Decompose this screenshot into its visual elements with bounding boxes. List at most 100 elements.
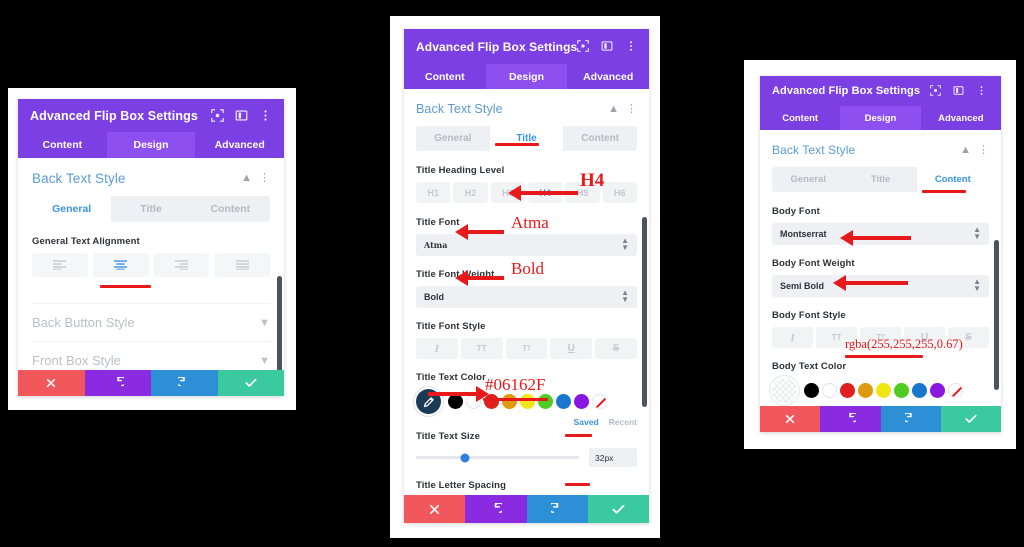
save-button[interactable] (940, 406, 1001, 432)
tab-content[interactable]: Content (760, 106, 840, 130)
align-left-icon[interactable] (32, 253, 88, 277)
cancel-button[interactable] (404, 495, 466, 523)
swatch-purple[interactable] (574, 394, 589, 409)
chevron-down-icon[interactable]: ▼ (259, 355, 270, 367)
subtab-title[interactable]: Title (489, 126, 564, 151)
title-font-select[interactable]: Atma ▲ ▼ (416, 234, 637, 256)
swatch-yellow[interactable] (520, 394, 535, 409)
subtab-general[interactable]: General (32, 196, 112, 222)
expand-icon[interactable] (930, 84, 943, 98)
title-text-size-input[interactable]: 32px (589, 448, 637, 467)
slider-knob[interactable] (460, 453, 470, 462)
tab-design[interactable]: Design (485, 64, 568, 89)
kebab-menu-icon[interactable]: ⋮ (626, 103, 637, 115)
cancel-button[interactable] (18, 370, 85, 396)
heading-h2-button[interactable]: H2 (453, 182, 488, 203)
kebab-menu-icon[interactable]: ⋮ (978, 144, 989, 156)
expand-icon[interactable] (211, 109, 224, 122)
tab-content[interactable]: Content (404, 64, 486, 89)
subtab-title[interactable]: Title (844, 167, 916, 192)
italic-icon[interactable]: I (416, 338, 458, 359)
title-text-size-slider[interactable] (416, 453, 579, 462)
recent-link[interactable]: Recent (609, 417, 637, 427)
save-button[interactable] (587, 495, 649, 523)
redo-button[interactable] (526, 495, 588, 523)
subtab-general[interactable]: General (772, 167, 844, 192)
section-header[interactable]: Back Text Style ▲ ⋮ (32, 158, 270, 196)
swatch-green[interactable] (894, 383, 909, 398)
swatch-yellow[interactable] (876, 383, 891, 398)
titlebar-icon-group (211, 109, 272, 122)
swatch-black[interactable] (804, 383, 819, 398)
subtab-general[interactable]: General (416, 126, 490, 151)
subtab-title[interactable]: Title (111, 196, 190, 222)
heading-h1-button[interactable]: H1 (416, 182, 451, 203)
tab-advanced[interactable]: Advanced (195, 132, 284, 158)
section-title: Back Text Style (32, 171, 126, 186)
cancel-button[interactable] (760, 406, 821, 432)
redo-button[interactable] (151, 370, 218, 396)
swatch-green[interactable] (538, 394, 553, 409)
vertical-scrollbar[interactable] (642, 217, 647, 407)
saved-recent-row: Saved Recent (416, 417, 637, 427)
tab-advanced[interactable]: Advanced (567, 64, 649, 89)
section-header[interactable]: Back Text Style ▲ ⋮ (772, 130, 989, 167)
subtab-content[interactable]: Content (191, 196, 270, 222)
swatch-white[interactable] (822, 383, 837, 398)
kebab-menu-icon[interactable]: ⋮ (259, 173, 270, 184)
split-layout-icon[interactable] (601, 40, 614, 53)
subtab-group: General Title Content (772, 167, 989, 192)
undo-button[interactable] (465, 495, 527, 523)
chevron-up-icon[interactable]: ▲ (241, 173, 252, 184)
align-justify-icon[interactable] (214, 253, 270, 277)
italic-icon[interactable]: I (772, 327, 813, 348)
saved-link[interactable]: Saved (574, 417, 599, 427)
annotation-underline-title-subtab (495, 143, 539, 146)
kebab-menu-icon[interactable] (259, 109, 272, 122)
swatch-none[interactable] (592, 394, 607, 409)
align-center-icon[interactable] (92, 253, 149, 277)
transparent-swatch-icon[interactable] (772, 378, 797, 403)
annotation-text-atma: Atma (511, 213, 549, 232)
accordion-back-button-style[interactable]: Back Button Style ▼ (32, 303, 270, 341)
tab-advanced[interactable]: Advanced (921, 106, 1001, 130)
tab-design[interactable]: Design (106, 132, 196, 158)
vertical-scrollbar[interactable] (994, 240, 999, 390)
undo-button[interactable] (84, 370, 151, 396)
align-right-icon[interactable] (153, 253, 210, 277)
heading-h6-button[interactable]: H6 (602, 182, 637, 203)
undo-button[interactable] (820, 406, 881, 432)
swatch-red[interactable] (840, 383, 855, 398)
more-dots-icon[interactable]: … (777, 404, 788, 406)
title-font-weight-select[interactable]: Bold ▲ ▼ (416, 286, 637, 308)
expand-icon[interactable] (577, 40, 590, 53)
uppercase-icon[interactable]: TT (460, 338, 503, 359)
tab-design[interactable]: Design (840, 106, 921, 130)
kebab-menu-icon[interactable] (625, 40, 638, 53)
subtab-content[interactable]: Content (563, 126, 637, 151)
section-header[interactable]: Back Text Style ▲ ⋮ (416, 89, 637, 126)
chevron-up-icon[interactable]: ▲ (608, 103, 619, 115)
swatch-orange[interactable] (858, 383, 873, 398)
subtab-content[interactable]: Content (916, 167, 989, 192)
kebab-menu-icon[interactable] (976, 85, 989, 98)
swatch-none[interactable] (948, 383, 963, 398)
chevron-up-icon[interactable]: ▲ (960, 144, 971, 156)
split-layout-icon[interactable] (953, 85, 966, 98)
split-layout-icon[interactable] (235, 109, 248, 122)
swatch-blue[interactable] (556, 394, 571, 409)
tab-content[interactable]: Content (18, 132, 107, 158)
save-button[interactable] (217, 370, 284, 396)
underline-icon[interactable]: U (550, 338, 593, 359)
chevron-down-icon[interactable]: ▼ (259, 317, 270, 329)
panel-action-bar (760, 406, 1001, 432)
vertical-scrollbar[interactable] (277, 276, 282, 370)
swatch-blue[interactable] (912, 383, 927, 398)
strikethrough-icon[interactable]: S (595, 338, 637, 359)
text-alignment-group (32, 253, 270, 277)
swatch-purple[interactable] (930, 383, 945, 398)
swatch-orange[interactable] (502, 394, 517, 409)
redo-button[interactable] (880, 406, 941, 432)
accordion-front-box-style[interactable]: Front Box Style ▼ (32, 341, 270, 370)
capitalize-icon[interactable]: TT (505, 338, 548, 359)
